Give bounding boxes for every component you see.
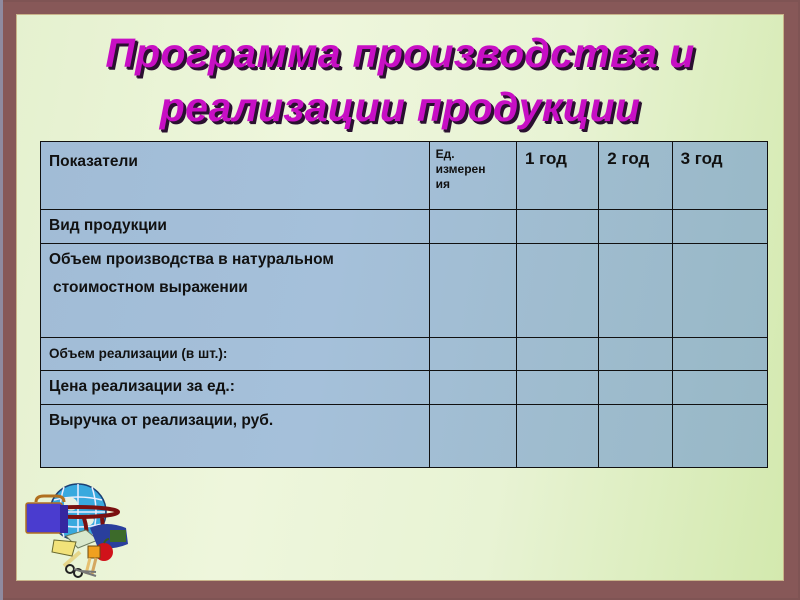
cell-unit[interactable] xyxy=(428,242,517,339)
row-label: Объем производства в натуральном стоимос… xyxy=(40,242,430,339)
scissors-icon xyxy=(65,564,97,578)
cell-year-3[interactable] xyxy=(671,370,769,405)
slide-title: Программа производства и реализации прод… xyxy=(0,26,800,134)
row-label-line-2: стоимостном выражении xyxy=(53,278,248,296)
table-row: Объем реализации (в шт.): xyxy=(40,337,769,372)
cell-year-1[interactable] xyxy=(515,242,600,339)
cell-year-3[interactable] xyxy=(671,337,769,372)
cell-year-3[interactable] xyxy=(671,209,769,244)
table-header-row: Показатели Ед. измерен ия 1 год 2 год 3 го… xyxy=(40,140,769,211)
cell-year-1[interactable] xyxy=(515,337,600,372)
cell-year-1[interactable] xyxy=(515,370,600,405)
cell-unit[interactable] xyxy=(428,370,517,405)
cell-year-1[interactable] xyxy=(515,209,600,244)
row-label: Вид продукции xyxy=(40,209,430,244)
cell-year-3[interactable] xyxy=(671,242,769,339)
cell-year-3[interactable] xyxy=(671,403,769,469)
title-line-2: реализации продукции xyxy=(159,84,641,130)
cell-year-2[interactable] xyxy=(598,403,673,469)
title-line-1: Программа производства и xyxy=(105,30,695,76)
school-supplies-globe-icon xyxy=(25,483,128,578)
table-row: Цена реализации за ед.: xyxy=(40,370,769,405)
cell-unit[interactable] xyxy=(428,209,517,244)
cell-year-2[interactable] xyxy=(598,337,673,372)
table-row: Выручка от реализации, руб. xyxy=(40,403,769,469)
cell-unit[interactable] xyxy=(428,337,517,372)
header-indicator: Показатели xyxy=(40,140,430,211)
header-unit: Ед. измерен ия xyxy=(428,140,517,211)
row-label: Объем реализации (в шт.): xyxy=(40,337,430,372)
header-year-1: 1 год xyxy=(515,140,600,211)
row-label-line-1: Объем производства в натуральном xyxy=(49,250,334,268)
production-plan-table: Показатели Ед. измерен ия 1 год 2 год 3 го… xyxy=(40,140,769,469)
cell-year-2[interactable] xyxy=(598,209,673,244)
row-label: Выручка от реализации, руб. xyxy=(40,403,430,469)
table-row: Вид продукции xyxy=(40,209,769,244)
row-label: Цена реализации за ед.: xyxy=(40,370,430,405)
header-year-2: 2 год xyxy=(598,140,673,211)
header-year-3: 3 год xyxy=(671,140,769,211)
jar-icon xyxy=(87,545,101,559)
cell-unit[interactable] xyxy=(428,403,517,469)
cell-year-1[interactable] xyxy=(515,403,600,469)
cell-year-2[interactable] xyxy=(598,242,673,339)
calculator-icon xyxy=(51,539,77,557)
cell-year-2[interactable] xyxy=(598,370,673,405)
table-row: Объем производства в натуральном стоимос… xyxy=(40,242,769,339)
